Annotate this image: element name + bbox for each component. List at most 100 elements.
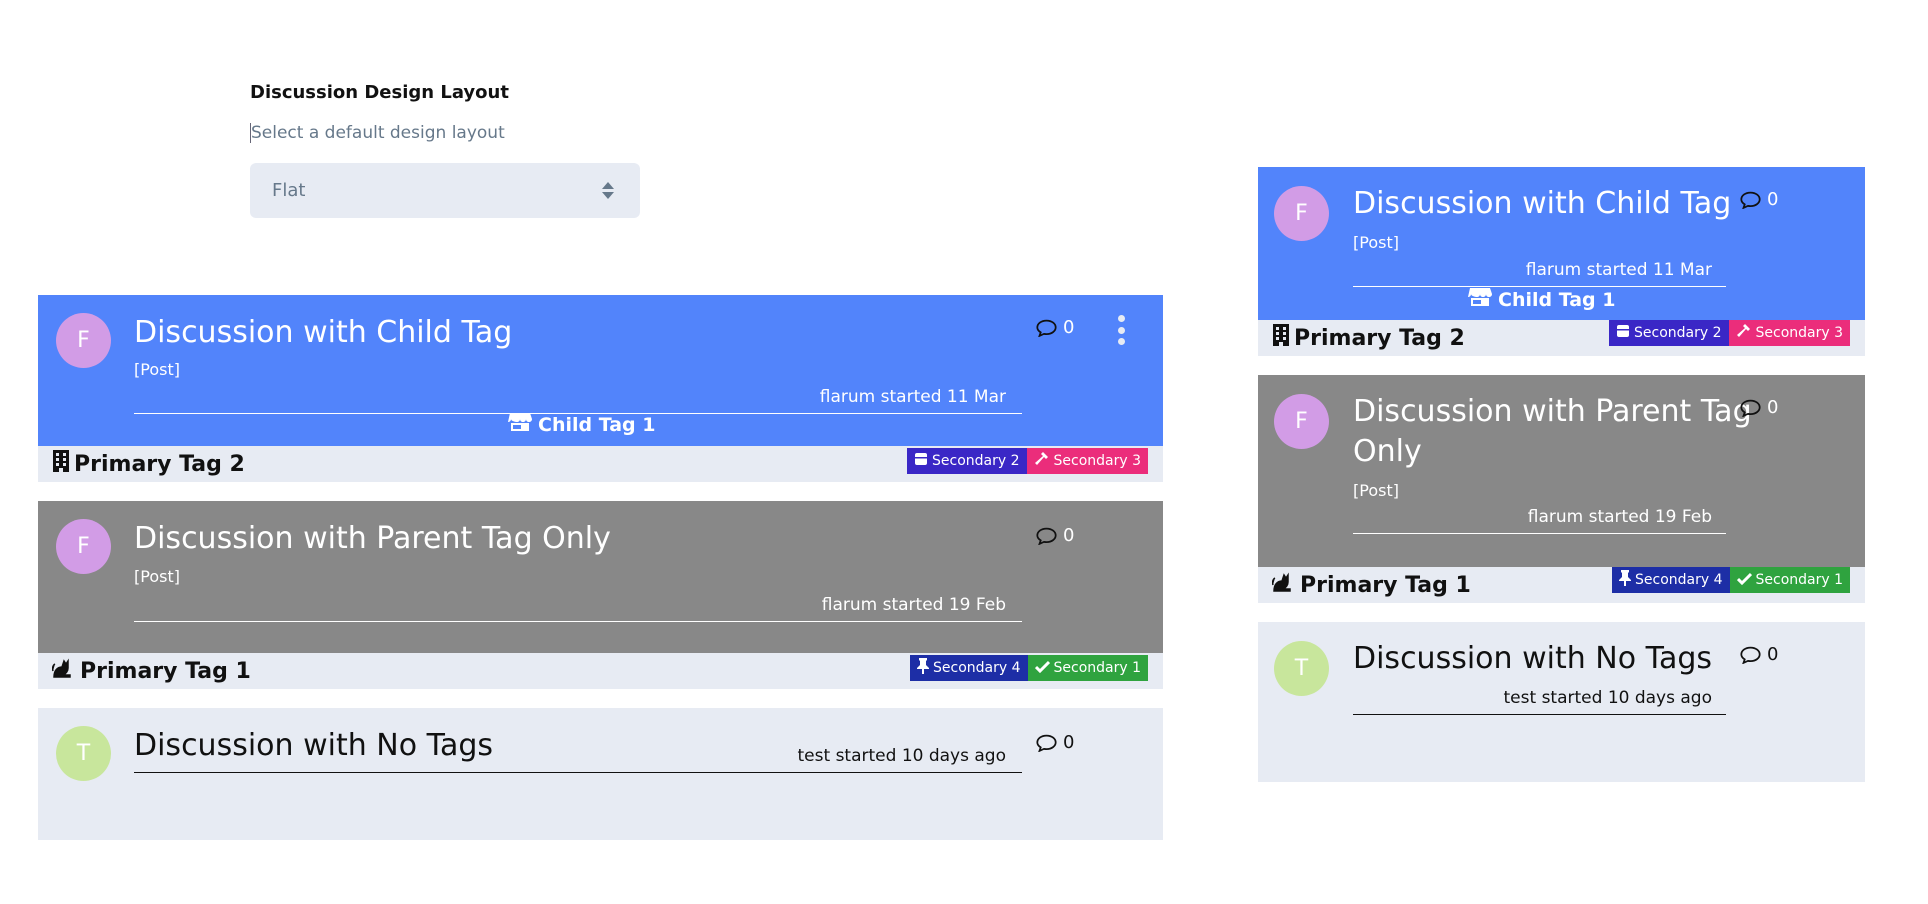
comment-icon: [1740, 191, 1761, 210]
setting-help: Select a default design layout: [250, 123, 642, 143]
avatar[interactable]: F: [56, 313, 111, 368]
building-icon: [52, 450, 70, 478]
replies-number: 0: [1767, 397, 1779, 418]
secondary-tag-label: Secondary 1: [1053, 660, 1142, 676]
comment-icon: [1740, 399, 1761, 418]
secondary-tag-label: Secondary 3: [1053, 453, 1142, 469]
secondary-tag-label: Secondary 2: [932, 453, 1020, 469]
ellipsis-vertical-icon[interactable]: [1116, 315, 1126, 345]
design-layout-setting: Discussion Design Layout Select a defaul…: [250, 82, 642, 218]
tag-bar: Primary Tag 1 Secondary 4 Secondary 1: [38, 653, 1163, 689]
child-tag[interactable]: Child Tag 1: [1468, 287, 1615, 312]
select-caret-icon: [602, 182, 614, 200]
building-icon: [1272, 324, 1290, 352]
primary-tag[interactable]: Primary Tag 2: [52, 450, 245, 478]
store-icon: [1468, 287, 1492, 312]
comment-icon: [1036, 734, 1057, 753]
discussion-title-line2[interactable]: Only: [1353, 432, 1422, 471]
secondary-tags: Secondary 2 Secondary 3: [1609, 320, 1850, 346]
hammer-icon: [1034, 451, 1050, 471]
post-label: [Post]: [1353, 481, 1399, 500]
secondary-tag-label: Secondary 1: [1755, 572, 1844, 588]
secondary-tag-1[interactable]: Secondary 1: [1729, 567, 1850, 593]
secondary-tags: Secondary 4 Secondary 1: [910, 655, 1148, 681]
avatar[interactable]: F: [56, 519, 111, 574]
thumbtack-icon: [1619, 570, 1631, 590]
replies-number: 0: [1063, 525, 1075, 546]
started-text: flarum started 11 Mar: [134, 387, 1022, 414]
avatar[interactable]: F: [1274, 186, 1329, 241]
box-icon: [1616, 324, 1630, 342]
avatar[interactable]: T: [1274, 641, 1329, 696]
started-text: flarum started 19 Feb: [1353, 507, 1726, 534]
primary-tag-label: Primary Tag 1: [1300, 572, 1471, 598]
discussion-title[interactable]: Discussion with Child Tag: [1353, 184, 1731, 223]
thumbtack-icon: [917, 658, 929, 678]
replies-number: 0: [1063, 732, 1075, 753]
secondary-tag-3[interactable]: Secondary 3: [1728, 320, 1850, 346]
avatar[interactable]: T: [56, 726, 111, 781]
select-value: Flat: [272, 180, 306, 201]
primary-tag[interactable]: Primary Tag 1: [1271, 571, 1471, 599]
primary-tag-label: Primary Tag 1: [80, 658, 251, 684]
root: Discussion Design Layout Select a defaul…: [0, 0, 1928, 904]
cat-icon: [51, 657, 76, 685]
secondary-tag-1[interactable]: Secondary 1: [1027, 655, 1148, 681]
started-text: flarum started 19 Feb: [134, 595, 1022, 622]
replies-number: 0: [1767, 189, 1779, 210]
child-tag-label: Child Tag 1: [538, 413, 656, 436]
replies-count[interactable]: 0: [1036, 525, 1074, 546]
post-label: [Post]: [134, 567, 180, 586]
started-text: test started 10 days ago: [1353, 688, 1726, 715]
primary-tag[interactable]: Primary Tag 1: [51, 657, 251, 685]
secondary-tag-4[interactable]: Secondary 4: [910, 655, 1028, 681]
check-icon: [1736, 572, 1752, 589]
secondary-tag-3[interactable]: Secondary 3: [1026, 448, 1148, 474]
discussion-card-no-tags-narrow[interactable]: T Discussion with No Tags test started 1…: [1258, 622, 1865, 782]
check-icon: [1034, 660, 1050, 677]
avatar[interactable]: F: [1274, 394, 1329, 449]
discussion-title[interactable]: Discussion with Child Tag: [134, 313, 512, 352]
replies-number: 0: [1063, 317, 1075, 338]
hammer-icon: [1736, 323, 1752, 343]
comment-icon: [1036, 319, 1057, 338]
discussion-card-child-tag-wide[interactable]: F Discussion with Child Tag [Post] flaru…: [38, 295, 1163, 482]
tag-bar: Primary Tag 2 Secondary 2 Secondary 3: [38, 446, 1163, 482]
discussion-card-parent-tag-wide[interactable]: F Discussion with Parent Tag Only [Post]…: [38, 501, 1163, 689]
secondary-tags: Secondary 4 Secondary 1: [1612, 567, 1850, 593]
child-tag-label: Child Tag 1: [1498, 288, 1616, 311]
store-icon: [508, 412, 532, 437]
discussion-title[interactable]: Discussion with No Tags: [1353, 639, 1712, 678]
started-text: test started 10 days ago: [134, 746, 1022, 773]
cat-icon: [1271, 571, 1296, 599]
discussion-card-parent-tag-narrow[interactable]: F Discussion with Parent Tag Only [Post]…: [1258, 375, 1865, 603]
secondary-tag-label: Secondary 2: [1634, 325, 1722, 341]
discussion-title-line1[interactable]: Discussion with Parent Tag: [1353, 392, 1752, 431]
replies-count[interactable]: 0: [1740, 397, 1778, 418]
secondary-tag-label: Secondary 4: [933, 660, 1021, 676]
primary-tag-label: Primary Tag 2: [74, 451, 245, 477]
comment-icon: [1740, 646, 1761, 665]
post-label: [Post]: [1353, 233, 1399, 252]
comment-icon: [1036, 527, 1057, 546]
replies-count[interactable]: 0: [1036, 317, 1074, 338]
replies-count[interactable]: 0: [1740, 644, 1778, 665]
replies-count[interactable]: 0: [1036, 732, 1074, 753]
discussion-card-child-tag-narrow[interactable]: F Discussion with Child Tag [Post] flaru…: [1258, 167, 1865, 356]
started-text: flarum started 11 Mar: [1353, 260, 1726, 287]
secondary-tag-2[interactable]: Secondary 2: [907, 448, 1027, 474]
replies-number: 0: [1767, 644, 1779, 665]
primary-tag[interactable]: Primary Tag 2: [1272, 324, 1465, 352]
secondary-tags: Secondary 2 Secondary 3: [907, 448, 1148, 474]
secondary-tag-4[interactable]: Secondary 4: [1612, 567, 1730, 593]
child-tag[interactable]: Child Tag 1: [508, 412, 655, 437]
design-layout-select[interactable]: Flat: [250, 163, 640, 218]
discussion-title[interactable]: Discussion with Parent Tag Only: [134, 519, 611, 558]
tag-bar: Primary Tag 2 Secondary 2 Secondary 3: [1258, 320, 1865, 356]
replies-count[interactable]: 0: [1740, 189, 1778, 210]
secondary-tag-2[interactable]: Secondary 2: [1609, 320, 1729, 346]
secondary-tag-label: Secondary 3: [1755, 325, 1844, 341]
setting-title: Discussion Design Layout: [250, 82, 509, 103]
discussion-card-no-tags-wide[interactable]: T Discussion with No Tags test started 1…: [38, 708, 1163, 840]
primary-tag-label: Primary Tag 2: [1294, 325, 1465, 351]
